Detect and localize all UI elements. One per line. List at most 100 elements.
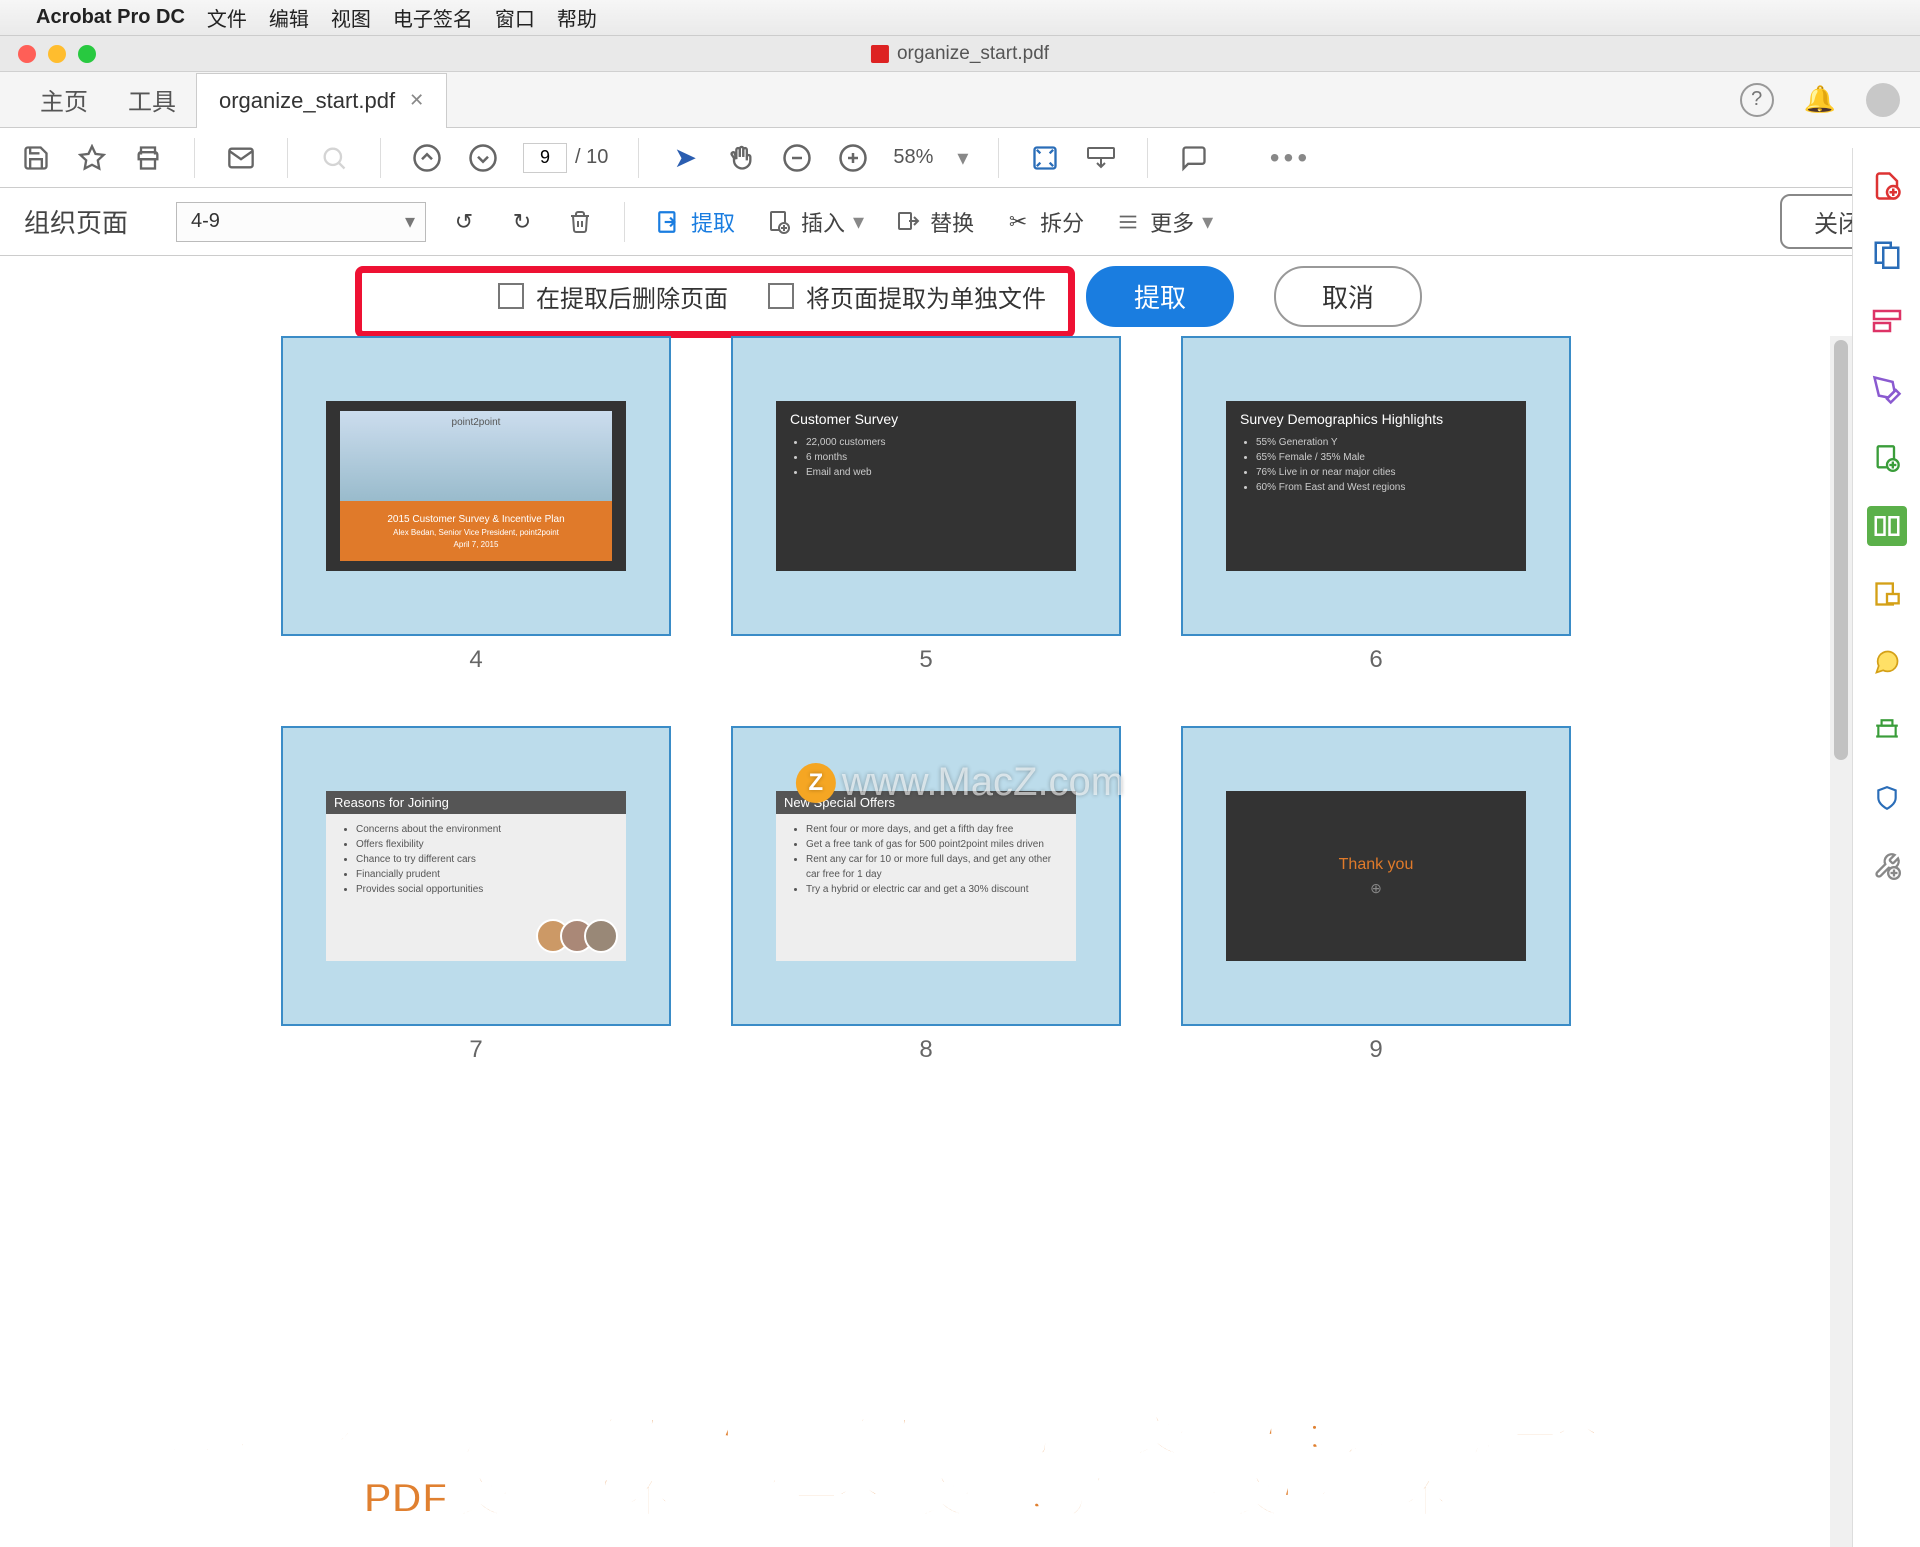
page-thumbnail[interactable]: New Special OffersRent four or more days… bbox=[731, 726, 1121, 1064]
search-icon[interactable] bbox=[318, 142, 350, 174]
extract-button[interactable]: 提取 bbox=[649, 202, 741, 242]
create-pdf-icon[interactable] bbox=[1867, 166, 1907, 206]
pdf-file-icon bbox=[871, 45, 889, 63]
page-number-label: 6 bbox=[1181, 646, 1571, 674]
slide-content: Customer Survey22,000 customers6 monthsE… bbox=[776, 401, 1076, 571]
dropdown-icon: ▾ bbox=[405, 209, 415, 234]
file-tab-label: organize_start.pdf bbox=[219, 88, 395, 114]
page-number-input[interactable] bbox=[523, 143, 567, 173]
slide-content: New Special OffersRent four or more days… bbox=[776, 791, 1076, 961]
account-avatar-icon[interactable] bbox=[1866, 83, 1900, 117]
comment-icon[interactable] bbox=[1178, 142, 1210, 174]
more-label: 更多 bbox=[1150, 206, 1194, 238]
window-titlebar: organize_start.pdf bbox=[0, 36, 1920, 72]
extract-label: 提取 bbox=[691, 206, 735, 238]
as-separate-label: 将页面提取为单独文件 bbox=[806, 279, 1046, 314]
instruction-annotation: 未选中「在提取后删除页面」和「将页面提取为单独文件」框；这将生成一个新的 PDF… bbox=[0, 1407, 1852, 1529]
fit-page-icon[interactable] bbox=[1029, 142, 1061, 174]
zoom-dropdown-icon[interactable]: ▾ bbox=[957, 145, 968, 171]
right-tool-rail bbox=[1852, 148, 1920, 1547]
slide-content: Thank you⊕ bbox=[1226, 791, 1526, 961]
delete-page-button[interactable] bbox=[560, 204, 600, 240]
rotate-left-button[interactable]: ↺ bbox=[444, 204, 484, 240]
slide-content: Reasons for JoiningConcerns about the en… bbox=[326, 791, 626, 961]
replace-label: 替换 bbox=[930, 206, 974, 238]
page-thumbnail[interactable]: Reasons for JoiningConcerns about the en… bbox=[281, 726, 671, 1064]
checkbox-icon bbox=[498, 283, 524, 309]
page-thumbnail[interactable]: Thank you⊕ 9 bbox=[1181, 726, 1571, 1064]
hand-tool-icon[interactable] bbox=[725, 142, 757, 174]
slide-content: point2point2015 Customer Survey & Incent… bbox=[326, 401, 626, 571]
page-thumbnail[interactable]: Customer Survey22,000 customers6 monthsE… bbox=[731, 336, 1121, 674]
select-tool-icon[interactable]: ➤ bbox=[669, 142, 701, 174]
menu-help[interactable]: 帮助 bbox=[557, 3, 597, 32]
keyboard-icon[interactable] bbox=[1085, 142, 1117, 174]
export-pdf-icon[interactable] bbox=[1867, 438, 1907, 478]
document-tabs: 主页 工具 organize_start.pdf ✕ ? 🔔 bbox=[0, 72, 1920, 128]
menu-window[interactable]: 窗口 bbox=[495, 3, 535, 32]
comment-tool-icon[interactable] bbox=[1867, 574, 1907, 614]
menu-esign[interactable]: 电子签名 bbox=[393, 3, 473, 32]
more-dropdown[interactable]: 更多▾ bbox=[1108, 202, 1219, 242]
page-up-icon[interactable] bbox=[411, 142, 443, 174]
page-range-value: 4-9 bbox=[191, 210, 220, 233]
zoom-value[interactable]: 58% bbox=[893, 146, 933, 169]
cancel-button[interactable]: 取消 bbox=[1274, 266, 1422, 327]
window-title: organize_start.pdf bbox=[871, 43, 1049, 65]
notification-bell-icon[interactable]: 🔔 bbox=[1804, 84, 1836, 115]
insert-label: 插入 bbox=[801, 206, 845, 238]
edit-pdf-icon[interactable] bbox=[1867, 302, 1907, 342]
sign-icon[interactable] bbox=[1867, 370, 1907, 410]
extract-as-separate-checkbox[interactable]: 将页面提取为单独文件 bbox=[768, 279, 1046, 314]
tools-tab[interactable]: 工具 bbox=[108, 82, 196, 117]
page-thumbnail[interactable]: point2point2015 Customer Survey & Incent… bbox=[281, 336, 671, 674]
print-production-icon[interactable] bbox=[1867, 710, 1907, 750]
menu-file[interactable]: 文件 bbox=[207, 3, 247, 32]
more-icon[interactable]: ••• bbox=[1274, 142, 1306, 174]
page-number-label: 9 bbox=[1181, 1036, 1571, 1064]
combine-files-icon[interactable] bbox=[1867, 234, 1907, 274]
page-range-select[interactable]: 4-9 ▾ bbox=[176, 202, 426, 242]
annotation-line1: 未选中「在提取后删除页面」和「将页面提取为单独文件」框；这将生成一个新的 bbox=[0, 1407, 1852, 1468]
slide-content: Survey Demographics Highlights55% Genera… bbox=[1226, 401, 1526, 571]
vertical-scrollbar[interactable] bbox=[1830, 336, 1852, 1547]
print-icon[interactable] bbox=[132, 142, 164, 174]
star-icon[interactable] bbox=[76, 142, 108, 174]
close-tab-icon[interactable]: ✕ bbox=[409, 90, 424, 111]
menu-view[interactable]: 视图 bbox=[331, 3, 371, 32]
more-tools-icon[interactable] bbox=[1867, 846, 1907, 886]
insert-button[interactable]: 插入▾ bbox=[759, 202, 870, 242]
file-tab[interactable]: organize_start.pdf ✕ bbox=[196, 73, 447, 128]
rotate-right-button[interactable]: ↻ bbox=[502, 204, 542, 240]
split-label: 拆分 bbox=[1040, 206, 1084, 238]
scrollbar-handle[interactable] bbox=[1834, 340, 1848, 760]
delete-after-extract-checkbox[interactable]: 在提取后删除页面 bbox=[498, 279, 728, 314]
minimize-window-icon[interactable] bbox=[48, 45, 66, 63]
app-name[interactable]: Acrobat Pro DC bbox=[36, 6, 185, 29]
close-window-icon[interactable] bbox=[18, 45, 36, 63]
page-number-label: 7 bbox=[281, 1036, 671, 1064]
organize-pages-icon[interactable] bbox=[1867, 506, 1907, 546]
maximize-window-icon[interactable] bbox=[78, 45, 96, 63]
save-icon[interactable] bbox=[20, 142, 52, 174]
extract-confirm-button[interactable]: 提取 bbox=[1086, 266, 1234, 327]
help-icon[interactable]: ? bbox=[1740, 83, 1774, 117]
page-thumbnail-grid: point2point2015 Customer Survey & Incent… bbox=[0, 336, 1852, 1547]
page-down-icon[interactable] bbox=[467, 142, 499, 174]
organize-title: 组织页面 bbox=[24, 203, 128, 240]
sticky-note-icon[interactable] bbox=[1867, 642, 1907, 682]
zoom-out-icon[interactable] bbox=[781, 142, 813, 174]
zoom-in-icon[interactable] bbox=[837, 142, 869, 174]
email-icon[interactable] bbox=[225, 142, 257, 174]
menu-edit[interactable]: 编辑 bbox=[269, 3, 309, 32]
page-total: / 10 bbox=[575, 146, 608, 169]
page-thumbnail[interactable]: Survey Demographics Highlights55% Genera… bbox=[1181, 336, 1571, 674]
annotation-line2: PDF 文件（而不是每页一个新文件），并且原始文档保持不变 bbox=[0, 1468, 1852, 1529]
split-button[interactable]: ✂拆分 bbox=[998, 202, 1090, 242]
replace-button[interactable]: 替换 bbox=[888, 202, 980, 242]
home-tab[interactable]: 主页 bbox=[20, 82, 108, 117]
page-number: / 10 bbox=[523, 143, 608, 173]
protect-icon[interactable] bbox=[1867, 778, 1907, 818]
page-number-label: 5 bbox=[731, 646, 1121, 674]
page-number-label: 8 bbox=[731, 1036, 1121, 1064]
